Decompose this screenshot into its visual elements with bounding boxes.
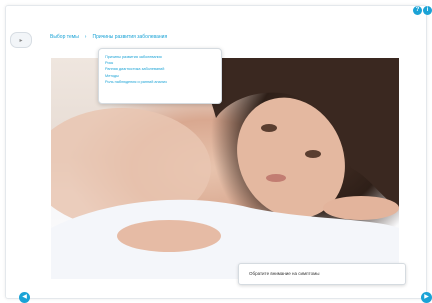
topic-dropdown: Причины развития заболевания Риск Ранняя…: [98, 48, 222, 104]
next-button[interactable]: ▶: [421, 292, 432, 303]
arrow-left-icon: ◀: [22, 294, 27, 300]
dropdown-item-observation[interactable]: Роль наблюдения и ранний анализ: [105, 79, 215, 85]
chevron-right-icon: ▸: [19, 37, 23, 44]
info-icon[interactable]: i: [423, 6, 432, 15]
prev-button[interactable]: ◀: [19, 292, 30, 303]
breadcrumb: Выбор темы › Причины развития заболевани…: [50, 34, 167, 40]
breadcrumb-separator: ›: [84, 34, 87, 40]
breadcrumb-item-home[interactable]: Выбор темы: [50, 34, 79, 40]
menu-toggle-button[interactable]: ▸: [10, 32, 32, 48]
breadcrumb-item-current[interactable]: Причины развития заболевания: [92, 34, 167, 40]
caption-box: Обратите внимание на симптомы: [238, 263, 406, 285]
top-icons: ? i: [412, 6, 432, 15]
arrow-right-icon: ▶: [424, 294, 429, 300]
caption-text: Обратите внимание на симптомы: [249, 271, 320, 276]
help-icon[interactable]: ?: [413, 6, 422, 15]
